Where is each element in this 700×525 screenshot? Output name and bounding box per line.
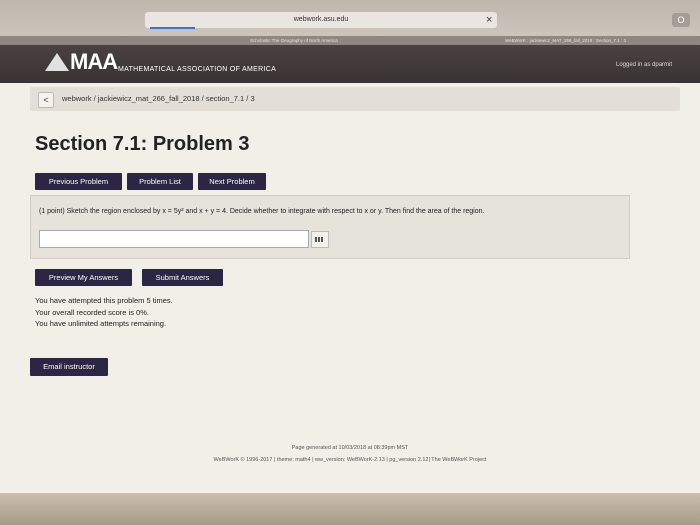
grid-icon bbox=[315, 237, 324, 242]
footer-generated: Page generated at 10/03/2018 at 08:39pm … bbox=[291, 445, 409, 451]
tab-geography[interactable]: Scholastic The Geography of North Americ… bbox=[250, 36, 338, 45]
site-header: MAA MATHEMATICAL ASSOCIATION OF AMERICA … bbox=[0, 45, 700, 83]
load-progress-bar bbox=[150, 27, 195, 29]
back-button[interactable]: < bbox=[38, 92, 54, 108]
problem-box: (1 point) Sketch the region enclosed by … bbox=[30, 195, 630, 259]
attempt-count-text: You have attempted this problem 5 times. bbox=[35, 296, 173, 305]
previous-problem-button[interactable]: Previous Problem bbox=[35, 173, 122, 190]
attempt-status: You have attempted this problem 5 times.… bbox=[35, 295, 173, 330]
screen-bezel bbox=[0, 493, 700, 525]
url-text: webwork.asu.edu bbox=[293, 16, 349, 23]
maa-logo[interactable]: MAA bbox=[70, 49, 118, 75]
problem-list-button[interactable]: Problem List bbox=[127, 173, 193, 190]
close-icon[interactable]: × bbox=[486, 13, 492, 27]
maa-subtitle: MATHEMATICAL ASSOCIATION OF AMERICA bbox=[118, 66, 277, 73]
submit-answers-button[interactable]: Submit Answers bbox=[142, 269, 223, 286]
preview-answers-button[interactable]: Preview My Answers bbox=[35, 269, 132, 286]
main-content: < webwork / jackiewicz_mat_266_fall_2018… bbox=[0, 83, 700, 493]
footer-credits: WeBWorK © 1996-2017 | theme: math4 | ww_… bbox=[213, 457, 487, 463]
logged-in-text: Logged in as dparmit bbox=[616, 62, 673, 68]
equation-editor-button[interactable] bbox=[311, 231, 329, 248]
page-title: Section 7.1: Problem 3 bbox=[35, 133, 250, 155]
email-instructor-button[interactable]: Email instructor bbox=[30, 358, 108, 376]
tab-webwork[interactable]: WeBWorK : jackiewicz_MAT_266_fall_2018 :… bbox=[505, 36, 626, 45]
answer-input[interactable] bbox=[39, 230, 309, 248]
browser-chrome: webwork.asu.edu × O Scholastic The Geogr… bbox=[0, 0, 700, 45]
attempts-remaining-text: You have unlimited attempts remaining. bbox=[35, 319, 167, 328]
tab-strip: Scholastic The Geography of North Americ… bbox=[0, 36, 700, 45]
problem-statement: (1 point) Sketch the region enclosed by … bbox=[39, 208, 485, 215]
next-problem-button[interactable]: Next Problem bbox=[198, 173, 266, 190]
breadcrumb-path[interactable]: webwork / jackiewicz_mat_266_fall_2018 /… bbox=[62, 94, 255, 103]
address-bar[interactable]: webwork.asu.edu bbox=[145, 12, 497, 28]
score-text: Your overall recorded score is 0%. bbox=[35, 307, 149, 317]
breadcrumb: < webwork / jackiewicz_mat_266_fall_2018… bbox=[30, 87, 680, 111]
maa-logo-icon bbox=[45, 53, 69, 71]
browser-menu-button[interactable]: O bbox=[672, 13, 690, 27]
